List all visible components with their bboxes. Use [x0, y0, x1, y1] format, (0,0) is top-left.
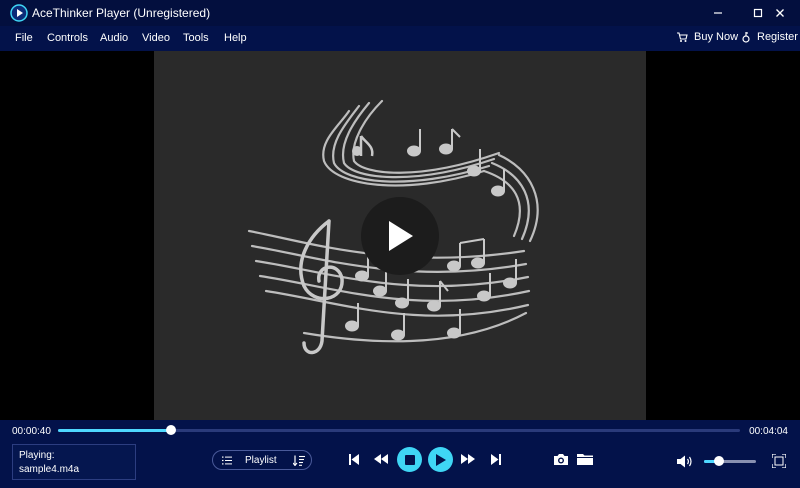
- album-art: [154, 51, 646, 420]
- volume-icon: [677, 455, 692, 467]
- menu-file[interactable]: File: [15, 32, 33, 44]
- register-label: Register: [757, 31, 798, 43]
- fullscreen-icon: [772, 454, 786, 468]
- menu-tools[interactable]: Tools: [183, 32, 209, 44]
- stop-button[interactable]: [397, 447, 422, 472]
- playing-file-name: sample4.m4a: [19, 464, 80, 475]
- list-icon: [222, 456, 232, 465]
- app-logo-icon: [10, 4, 28, 22]
- app-window: AceThinker Player (Unregistered) File Co…: [0, 0, 800, 488]
- folder-icon: [577, 454, 593, 465]
- sort-order-icon[interactable]: [293, 455, 305, 466]
- menu-video[interactable]: Video: [142, 32, 170, 44]
- progress-slider[interactable]: [58, 425, 740, 435]
- open-folder-button[interactable]: [575, 450, 595, 468]
- stop-icon: [404, 454, 415, 465]
- playlist-label: Playlist: [245, 455, 277, 466]
- buy-now-label: Buy Now: [694, 31, 739, 43]
- total-time: 00:04:04: [749, 426, 788, 437]
- menu-audio[interactable]: Audio: [100, 32, 128, 44]
- cart-icon: [677, 32, 688, 42]
- volume-slider[interactable]: [704, 456, 756, 466]
- progress-thumb[interactable]: [165, 425, 176, 435]
- menu-controls[interactable]: Controls: [47, 32, 88, 44]
- playing-label: Playing:: [19, 450, 55, 461]
- title-bar: AceThinker Player (Unregistered): [0, 0, 800, 26]
- video-area[interactable]: [0, 51, 800, 420]
- mute-button[interactable]: [675, 452, 695, 470]
- rewind-button[interactable]: [372, 451, 390, 467]
- snapshot-button[interactable]: [551, 450, 571, 468]
- key-icon: [742, 32, 750, 43]
- now-playing-box: Playing: sample4.m4a: [12, 444, 136, 480]
- playlist-button[interactable]: Playlist: [212, 450, 312, 470]
- menu-bar: File Controls Audio Video Tools Help Buy…: [0, 26, 800, 51]
- current-time: 00:00:40: [12, 426, 51, 437]
- close-icon[interactable]: [770, 3, 790, 23]
- minimize-icon[interactable]: [708, 3, 728, 23]
- camera-icon: [554, 453, 568, 465]
- next-track-button[interactable]: [488, 451, 504, 467]
- previous-track-button[interactable]: [346, 451, 362, 467]
- progress-fill: [58, 429, 171, 432]
- maximize-icon[interactable]: [748, 3, 768, 23]
- window-title: AceThinker Player (Unregistered): [32, 6, 211, 20]
- register-button[interactable]: Register: [741, 31, 798, 43]
- play-button[interactable]: [428, 447, 453, 472]
- skip-next-icon: [491, 453, 501, 465]
- fast-forward-button[interactable]: [459, 451, 477, 467]
- fullscreen-button[interactable]: [770, 452, 788, 470]
- skip-previous-icon: [349, 453, 359, 465]
- play-overlay-button[interactable]: [361, 197, 439, 275]
- play-icon: [436, 453, 446, 466]
- fast-forward-icon: [461, 454, 475, 464]
- menu-help[interactable]: Help: [224, 32, 247, 44]
- buy-now-button[interactable]: Buy Now: [676, 31, 738, 43]
- volume-thumb[interactable]: [713, 456, 724, 466]
- play-overlay-icon: [389, 221, 413, 251]
- rewind-icon: [374, 454, 388, 464]
